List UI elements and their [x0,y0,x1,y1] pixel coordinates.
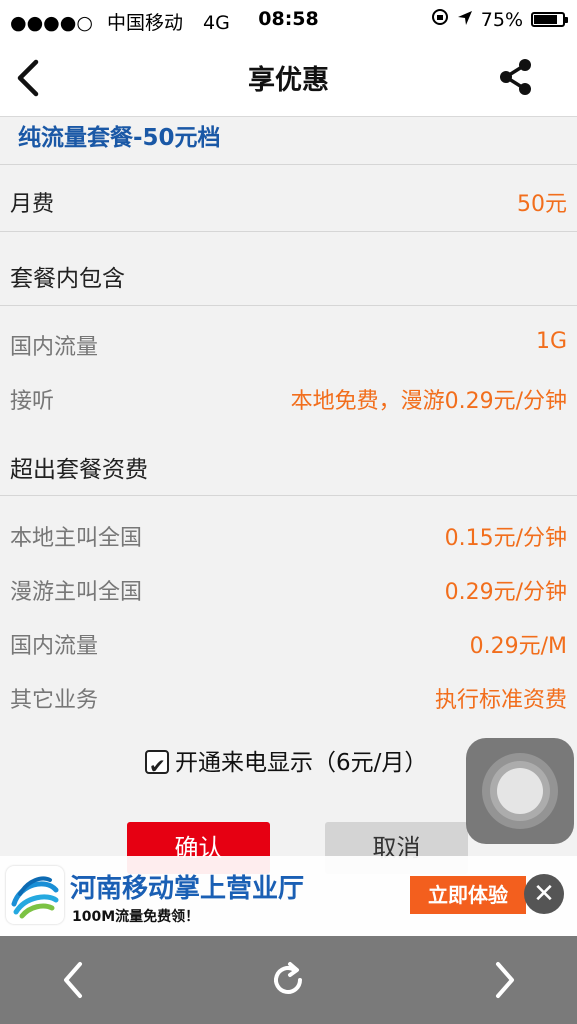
list-item: 漫游主叫全国 0.29元/分钟 [0,560,577,614]
item-label: 接听 [10,389,55,414]
ad-cta-button[interactable]: 立即体验 [410,876,526,914]
caller-id-label: 开通来电显示（6元/月） [175,750,428,776]
item-value: 1G [535,329,567,354]
battery-icon [531,12,568,27]
divider [0,495,577,496]
status-right: 75% [431,8,568,31]
list-item: 国内流量 0.29元/M [0,614,577,668]
assistive-touch-button[interactable] [466,738,574,844]
item-label: 本地主叫全国 [10,526,143,551]
monthly-fee-value: 50元 [517,192,567,217]
monthly-fee-row: 月费 50元 [0,172,577,226]
divider [0,164,577,165]
orientation-lock-icon [431,8,449,31]
caller-id-checkbox[interactable] [145,748,169,784]
nav-bar: 享优惠 [0,38,577,117]
page-title: 享优惠 [248,65,329,96]
item-value: 0.29元/分钟 [444,580,567,605]
item-value: 执行标准资费 [434,688,567,713]
list-item: 接听 本地免费，漫游0.29元/分钟 [0,369,577,423]
included-heading: 套餐内包含 [10,266,125,292]
list-item: 其它业务 执行标准资费 [0,668,577,722]
item-value: 0.29元/M [469,634,567,659]
monthly-fee-label: 月费 [10,192,55,217]
plan-title: 纯流量套餐-50元档 [18,125,221,151]
caller-id-option[interactable]: 开通来电显示（6元/月） [145,745,445,784]
share-icon[interactable] [495,56,537,98]
item-value: 0.15元/分钟 [444,526,567,551]
divider [0,305,577,306]
item-label: 漫游主叫全国 [10,580,143,605]
item-label: 国内流量 [10,634,99,659]
browser-toolbar [0,936,577,1024]
status-bar: ●●●●○ 中国移动 4G 08:58 75% [0,0,577,38]
ad-title: 河南移动掌上营业厅 [70,874,305,904]
browser-back-icon[interactable] [52,958,96,1002]
browser-forward-icon[interactable] [482,958,526,1002]
item-label: 国内流量 [10,335,99,360]
overage-heading: 超出套餐资费 [10,457,148,483]
item-value: 本地免费，漫游0.29元/分钟 [290,389,567,414]
location-arrow-icon [457,9,473,31]
battery-percent: 75% [480,8,523,31]
divider [0,231,577,232]
ad-subtitle: 100M流量免费领！ [72,909,200,925]
refresh-icon[interactable] [266,958,310,1002]
item-label: 其它业务 [10,688,99,713]
list-item: 国内流量 1G [0,315,577,369]
close-icon[interactable]: ✕ [524,874,564,914]
list-item: 本地主叫全国 0.15元/分钟 [0,506,577,560]
china-mobile-logo-icon [6,866,64,924]
